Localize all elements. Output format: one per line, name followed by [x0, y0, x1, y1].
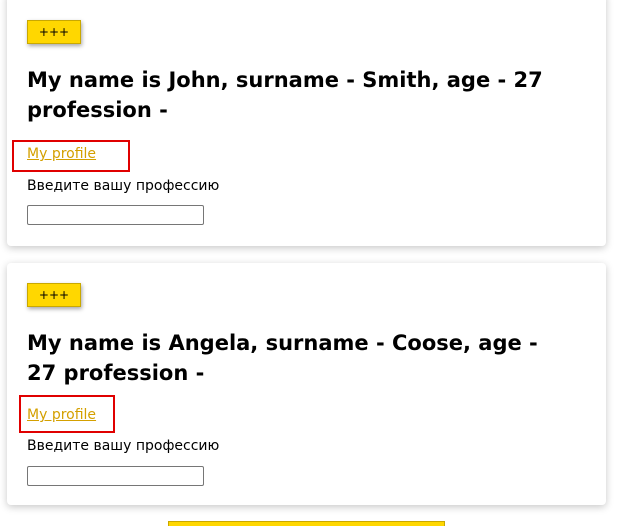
- add-user-button[interactable]: [168, 521, 445, 526]
- profession-input[interactable]: [27, 205, 204, 225]
- profession-input[interactable]: [27, 466, 204, 486]
- plus-button[interactable]: +++: [27, 283, 81, 307]
- my-profile-link[interactable]: My profile: [27, 406, 96, 424]
- user-card-john: +++ My name is John, surname - Smith, ag…: [7, 0, 606, 246]
- my-profile-link[interactable]: My profile: [27, 145, 96, 163]
- user-heading: My name is John, surname - Smith, age - …: [27, 68, 543, 122]
- page: +++ My name is John, surname - Smith, ag…: [0, 0, 633, 526]
- plus-button[interactable]: +++: [27, 20, 81, 44]
- profession-label: Введите вашу профессию: [27, 438, 220, 454]
- user-card-angela: +++ My name is Angela, surname - Coose, …: [7, 263, 606, 505]
- user-heading: My name is Angela, surname - Coose, age …: [27, 331, 538, 385]
- profession-label: Введите вашу профессию: [27, 178, 220, 194]
